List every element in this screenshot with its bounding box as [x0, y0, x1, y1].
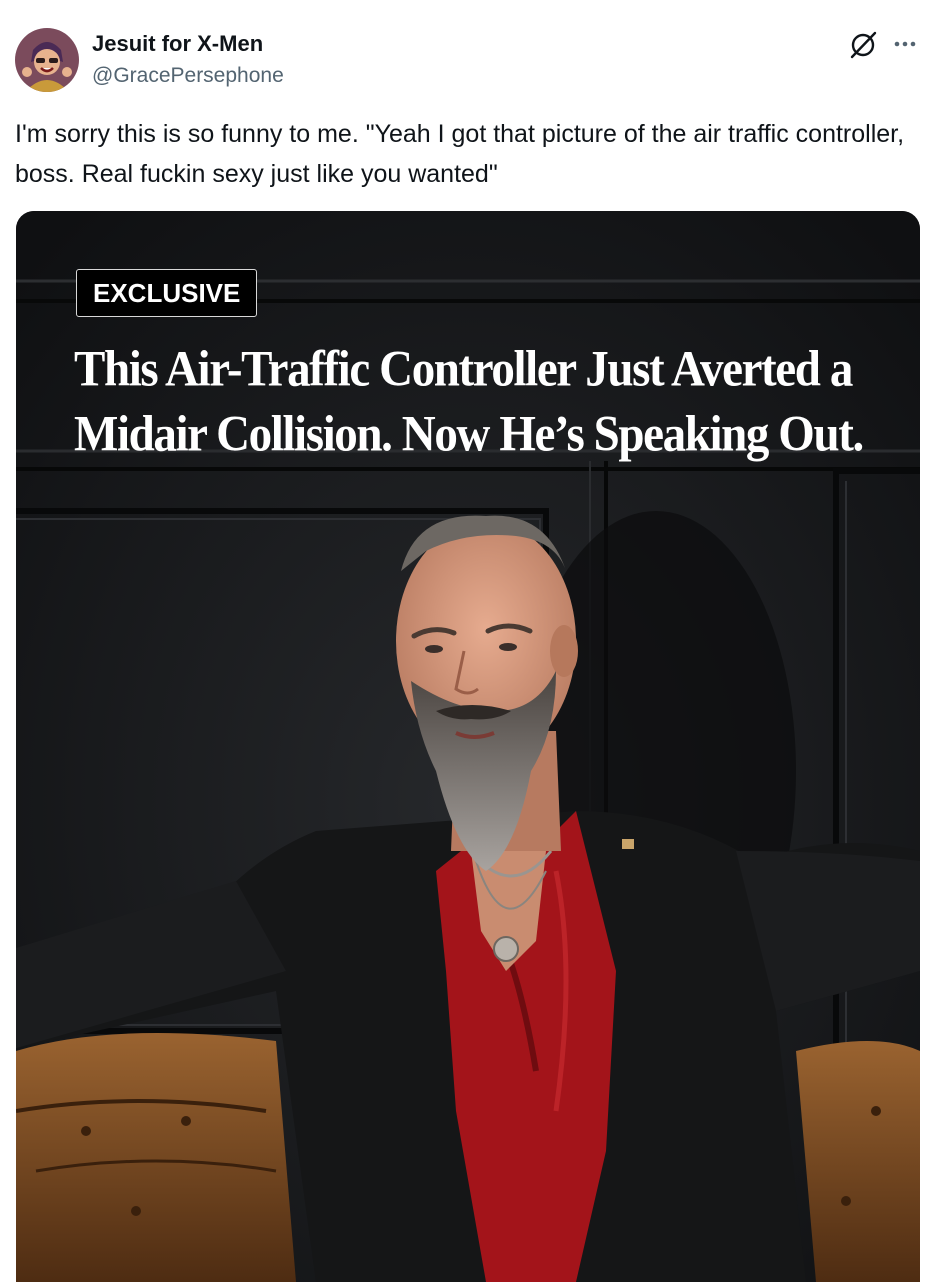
tweet-media-image[interactable]: EXCLUSIVE This Air-Traffic Controller Ju…: [16, 211, 920, 1282]
exclusive-badge: EXCLUSIVE: [76, 269, 258, 317]
tweet-text: I'm sorry this is so funny to me. "Yeah …: [15, 120, 912, 188]
cartoon-avatar-icon: [15, 28, 79, 92]
article-headline: This Air-Traffic Controller Just Averted…: [74, 341, 864, 463]
avatar[interactable]: [15, 28, 79, 92]
author-display-name[interactable]: Jesuit for X-Men: [92, 30, 263, 58]
tweet-card: Jesuit for X-Men @GracePersephone I'm so…: [0, 0, 932, 1282]
author-handle[interactable]: @GracePersephone: [92, 62, 284, 90]
grok-icon[interactable]: [848, 30, 878, 60]
more-options-icon[interactable]: [890, 30, 920, 60]
